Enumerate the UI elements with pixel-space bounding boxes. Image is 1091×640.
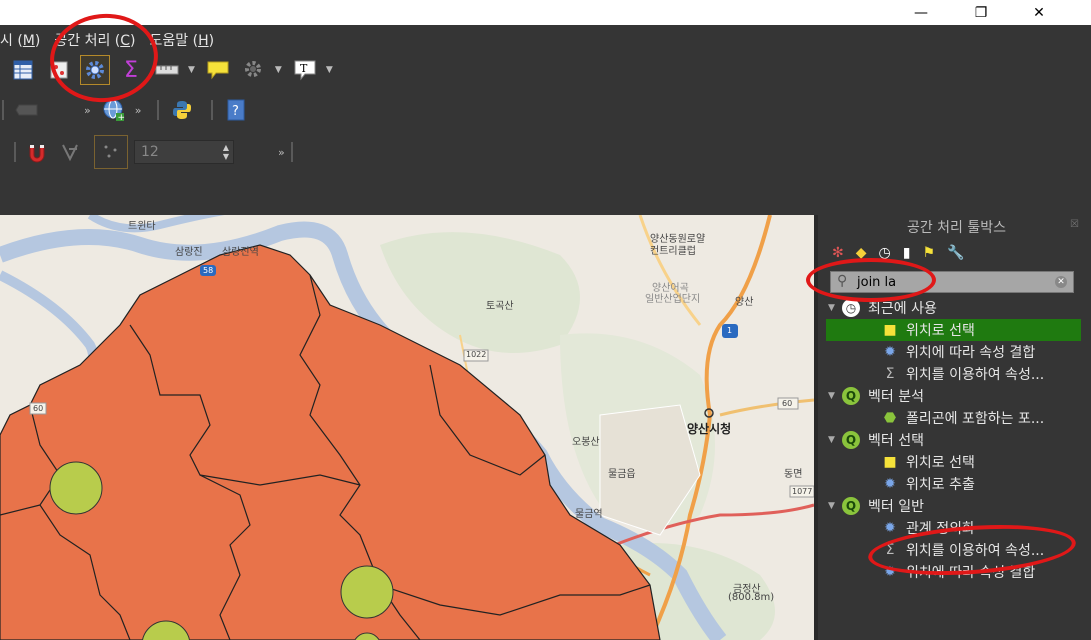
- toolbar-handle[interactable]: [2, 100, 4, 120]
- map-label: 물금읍: [608, 469, 636, 480]
- python-console-icon[interactable]: [167, 95, 197, 125]
- options-wrench-icon[interactable]: 🔧: [947, 245, 964, 261]
- svg-text:?: ?: [232, 104, 239, 119]
- expand-arrow-icon[interactable]: ▼: [828, 501, 842, 511]
- map-label: 양산시청: [687, 422, 732, 436]
- menu-help[interactable]: 도움말 (H): [150, 30, 215, 50]
- window-title-bar: — ❐ ✕: [0, 0, 1091, 25]
- select-location-icon: ■: [883, 454, 897, 470]
- map-label: 삼랑진역: [222, 247, 259, 258]
- toolbar-handle[interactable]: [14, 142, 16, 162]
- expand-arrow-icon[interactable]: ▼: [828, 435, 842, 445]
- tree-item-join-by-location-summary[interactable]: Σ 위치를 이용하여 속성...: [826, 363, 1081, 385]
- map-label: 물금역: [575, 509, 603, 520]
- sigma-icon: Σ: [885, 366, 895, 382]
- svg-text:T: T: [300, 62, 308, 75]
- attribute-table-icon[interactable]: [8, 55, 38, 85]
- menu-view[interactable]: 시 (M): [0, 30, 40, 50]
- qgis-icon: Q: [842, 497, 860, 515]
- close-panel-icon[interactable]: ☒: [1070, 219, 1079, 230]
- map-label: 동면: [784, 469, 803, 480]
- gear-icon: ✹: [884, 520, 896, 536]
- map-label: 토곡산: [486, 301, 514, 312]
- tree-item-extract-by-location[interactable]: ✹ 위치로 추출: [826, 473, 1081, 495]
- snapping-tolerance-spinbox[interactable]: 12 ▲ ▼: [134, 140, 234, 164]
- dropdown-arrow-icon[interactable]: ▼: [188, 65, 195, 75]
- models-icon[interactable]: ✻: [832, 245, 844, 261]
- tree-item-join-by-location[interactable]: ✹ 위치에 따라 속성 결합: [826, 341, 1081, 363]
- toolbar-overflow-icon[interactable]: »: [135, 104, 142, 117]
- action-gear-icon[interactable]: [239, 55, 269, 85]
- tree-group-vector-general[interactable]: ▼ Q 벡터 일반: [826, 495, 1081, 517]
- toolbar-snapping: 12 ▲ ▼ »: [10, 135, 301, 169]
- results-viewer-icon[interactable]: ▮: [903, 245, 911, 261]
- polygon-count-icon: ⬣: [883, 410, 897, 426]
- map-label: 60: [33, 404, 44, 413]
- text-annotation-icon[interactable]: T: [290, 55, 320, 85]
- map-canvas[interactable]: 트윈타 삼랑진 삼랑진역 토곡산 1022 양산동원로얄 컨트리클럽 양산어곡 …: [0, 215, 814, 640]
- map-label: 1: [727, 326, 733, 335]
- maximize-button[interactable]: ❐: [958, 0, 1004, 25]
- panel-title: 공간 처리 툴박스: [906, 220, 1007, 236]
- select-location-icon: ■: [883, 322, 897, 338]
- dropdown-arrow-icon[interactable]: ▼: [275, 65, 282, 75]
- tree-item-count-points-in-polygon[interactable]: ⬣ 폴리곤에 포함하는 포...: [826, 407, 1081, 429]
- tree-group-vector-analysis[interactable]: ▼ Q 벡터 분석: [826, 385, 1081, 407]
- main-window-chrome: 시 (M) 공간 처리 (C) 도움말 (H) Σ ▼ ▼ T ▼ » + » …: [0, 25, 1091, 215]
- toolbar-overflow-icon[interactable]: »: [278, 146, 285, 159]
- map-label: 양산: [735, 297, 754, 308]
- map-label: 삼랑진: [175, 247, 203, 258]
- help-icon[interactable]: ?: [221, 95, 251, 125]
- spin-arrows-icon[interactable]: ▲ ▼: [223, 143, 229, 161]
- tree-item-select-by-location[interactable]: ■ 위치로 선택: [826, 451, 1081, 473]
- map-label: 1077: [792, 487, 813, 496]
- snapping-magnet-icon[interactable]: [22, 137, 52, 167]
- map-label: 60: [782, 399, 793, 408]
- clear-search-icon[interactable]: ✕: [1055, 276, 1067, 288]
- map-label: (800.8m): [728, 592, 775, 603]
- qgis-icon: Q: [842, 387, 860, 405]
- toolbar-handle[interactable]: [211, 100, 214, 120]
- toolbar-handle[interactable]: [157, 100, 160, 120]
- dropdown-arrow-icon[interactable]: ▼: [326, 65, 333, 75]
- map-label: 트윈타: [128, 221, 156, 232]
- close-button[interactable]: ✕: [1016, 0, 1062, 25]
- map-label: 1022: [466, 350, 487, 359]
- expand-arrow-icon[interactable]: ▼: [828, 391, 842, 401]
- toolbar-overflow-icon[interactable]: »: [84, 104, 91, 117]
- qgis-icon: Q: [842, 431, 860, 449]
- map-label: 58: [203, 266, 214, 275]
- gear-icon: ✹: [884, 476, 896, 492]
- edit-features-icon[interactable]: ⚑: [922, 245, 935, 261]
- map-label: 일반산업단지: [645, 294, 701, 305]
- toolbar-handle[interactable]: [290, 142, 293, 162]
- expand-arrow-icon[interactable]: ▼: [828, 303, 842, 313]
- tree-group-vector-selection[interactable]: ▼ Q 벡터 선택: [826, 429, 1081, 451]
- map-tips-icon[interactable]: [203, 55, 233, 85]
- clock-icon: ◷: [842, 299, 860, 317]
- svg-text:+: +: [117, 113, 125, 122]
- annotation-ring: [806, 258, 936, 302]
- map-label: 오봉산: [572, 437, 600, 448]
- toolbar-plugins: » + » ?: [0, 93, 257, 127]
- map-label: 컨트리클럽: [650, 246, 696, 257]
- tree-item-select-by-location[interactable]: ■ 위치로 선택: [826, 319, 1081, 341]
- label-tool-icon[interactable]: [12, 95, 42, 125]
- snapping-type-icon[interactable]: [94, 135, 128, 169]
- snapping-vertex-icon[interactable]: [58, 137, 88, 167]
- gear-icon: ✹: [884, 344, 896, 360]
- minimize-button[interactable]: —: [898, 0, 944, 25]
